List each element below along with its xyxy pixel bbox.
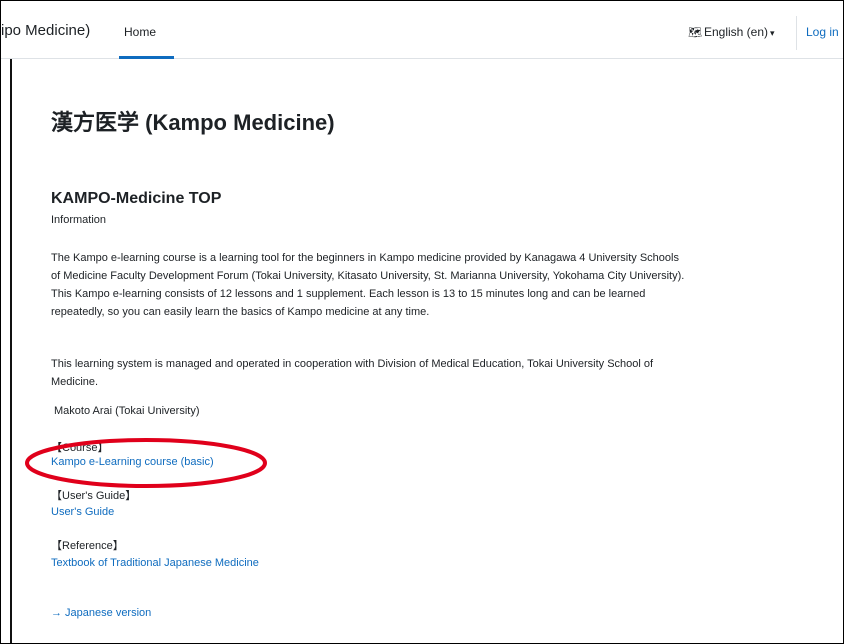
nav-home-link[interactable]: Home bbox=[124, 25, 156, 39]
page-title: 漢方医学 (Kampo Medicine) bbox=[51, 110, 335, 135]
cooperation-paragraph: This learning system is managed and oper… bbox=[51, 358, 654, 388]
course-label: 【Course】 bbox=[51, 442, 109, 454]
intro-paragraph: The Kampo e-learning course is a learnin… bbox=[51, 252, 685, 318]
language-icon: 🗺 bbox=[688, 27, 702, 39]
course-link[interactable]: Kampo e-Learning course (basic) bbox=[51, 456, 214, 468]
users-guide-link[interactable]: User's Guide bbox=[51, 506, 114, 518]
language-label: English (en) bbox=[703, 25, 768, 39]
navbar-divider bbox=[796, 16, 797, 50]
site-brand[interactable]: ipo Medicine) bbox=[1, 22, 90, 39]
top-navbar: ipo Medicine) Home 🗺 English (en) ▾ Log in bbox=[1, 1, 843, 59]
users-guide-label: 【User's Guide】 bbox=[51, 490, 137, 502]
japanese-version-link[interactable]: → Japanese version bbox=[51, 607, 151, 619]
login-link[interactable]: Log in bbox=[806, 25, 839, 39]
reference-label: 【Reference】 bbox=[51, 540, 124, 552]
reference-link[interactable]: Textbook of Traditional Japanese Medicin… bbox=[51, 557, 259, 569]
info-label: Information bbox=[51, 214, 107, 226]
section-title: KAMPO-Medicine TOP bbox=[51, 190, 222, 207]
browser-frame: ipo Medicine) Home 🗺 English (en) ▾ Log in… bbox=[0, 0, 844, 644]
chevron-down-icon: ▾ bbox=[770, 28, 775, 38]
language-menu[interactable]: 🗺 English (en) ▾ bbox=[688, 25, 775, 39]
left-edge-bar bbox=[10, 1, 12, 643]
active-tab-indicator bbox=[119, 56, 174, 59]
author-name: Makoto Arai (Tokai University) bbox=[54, 405, 200, 417]
